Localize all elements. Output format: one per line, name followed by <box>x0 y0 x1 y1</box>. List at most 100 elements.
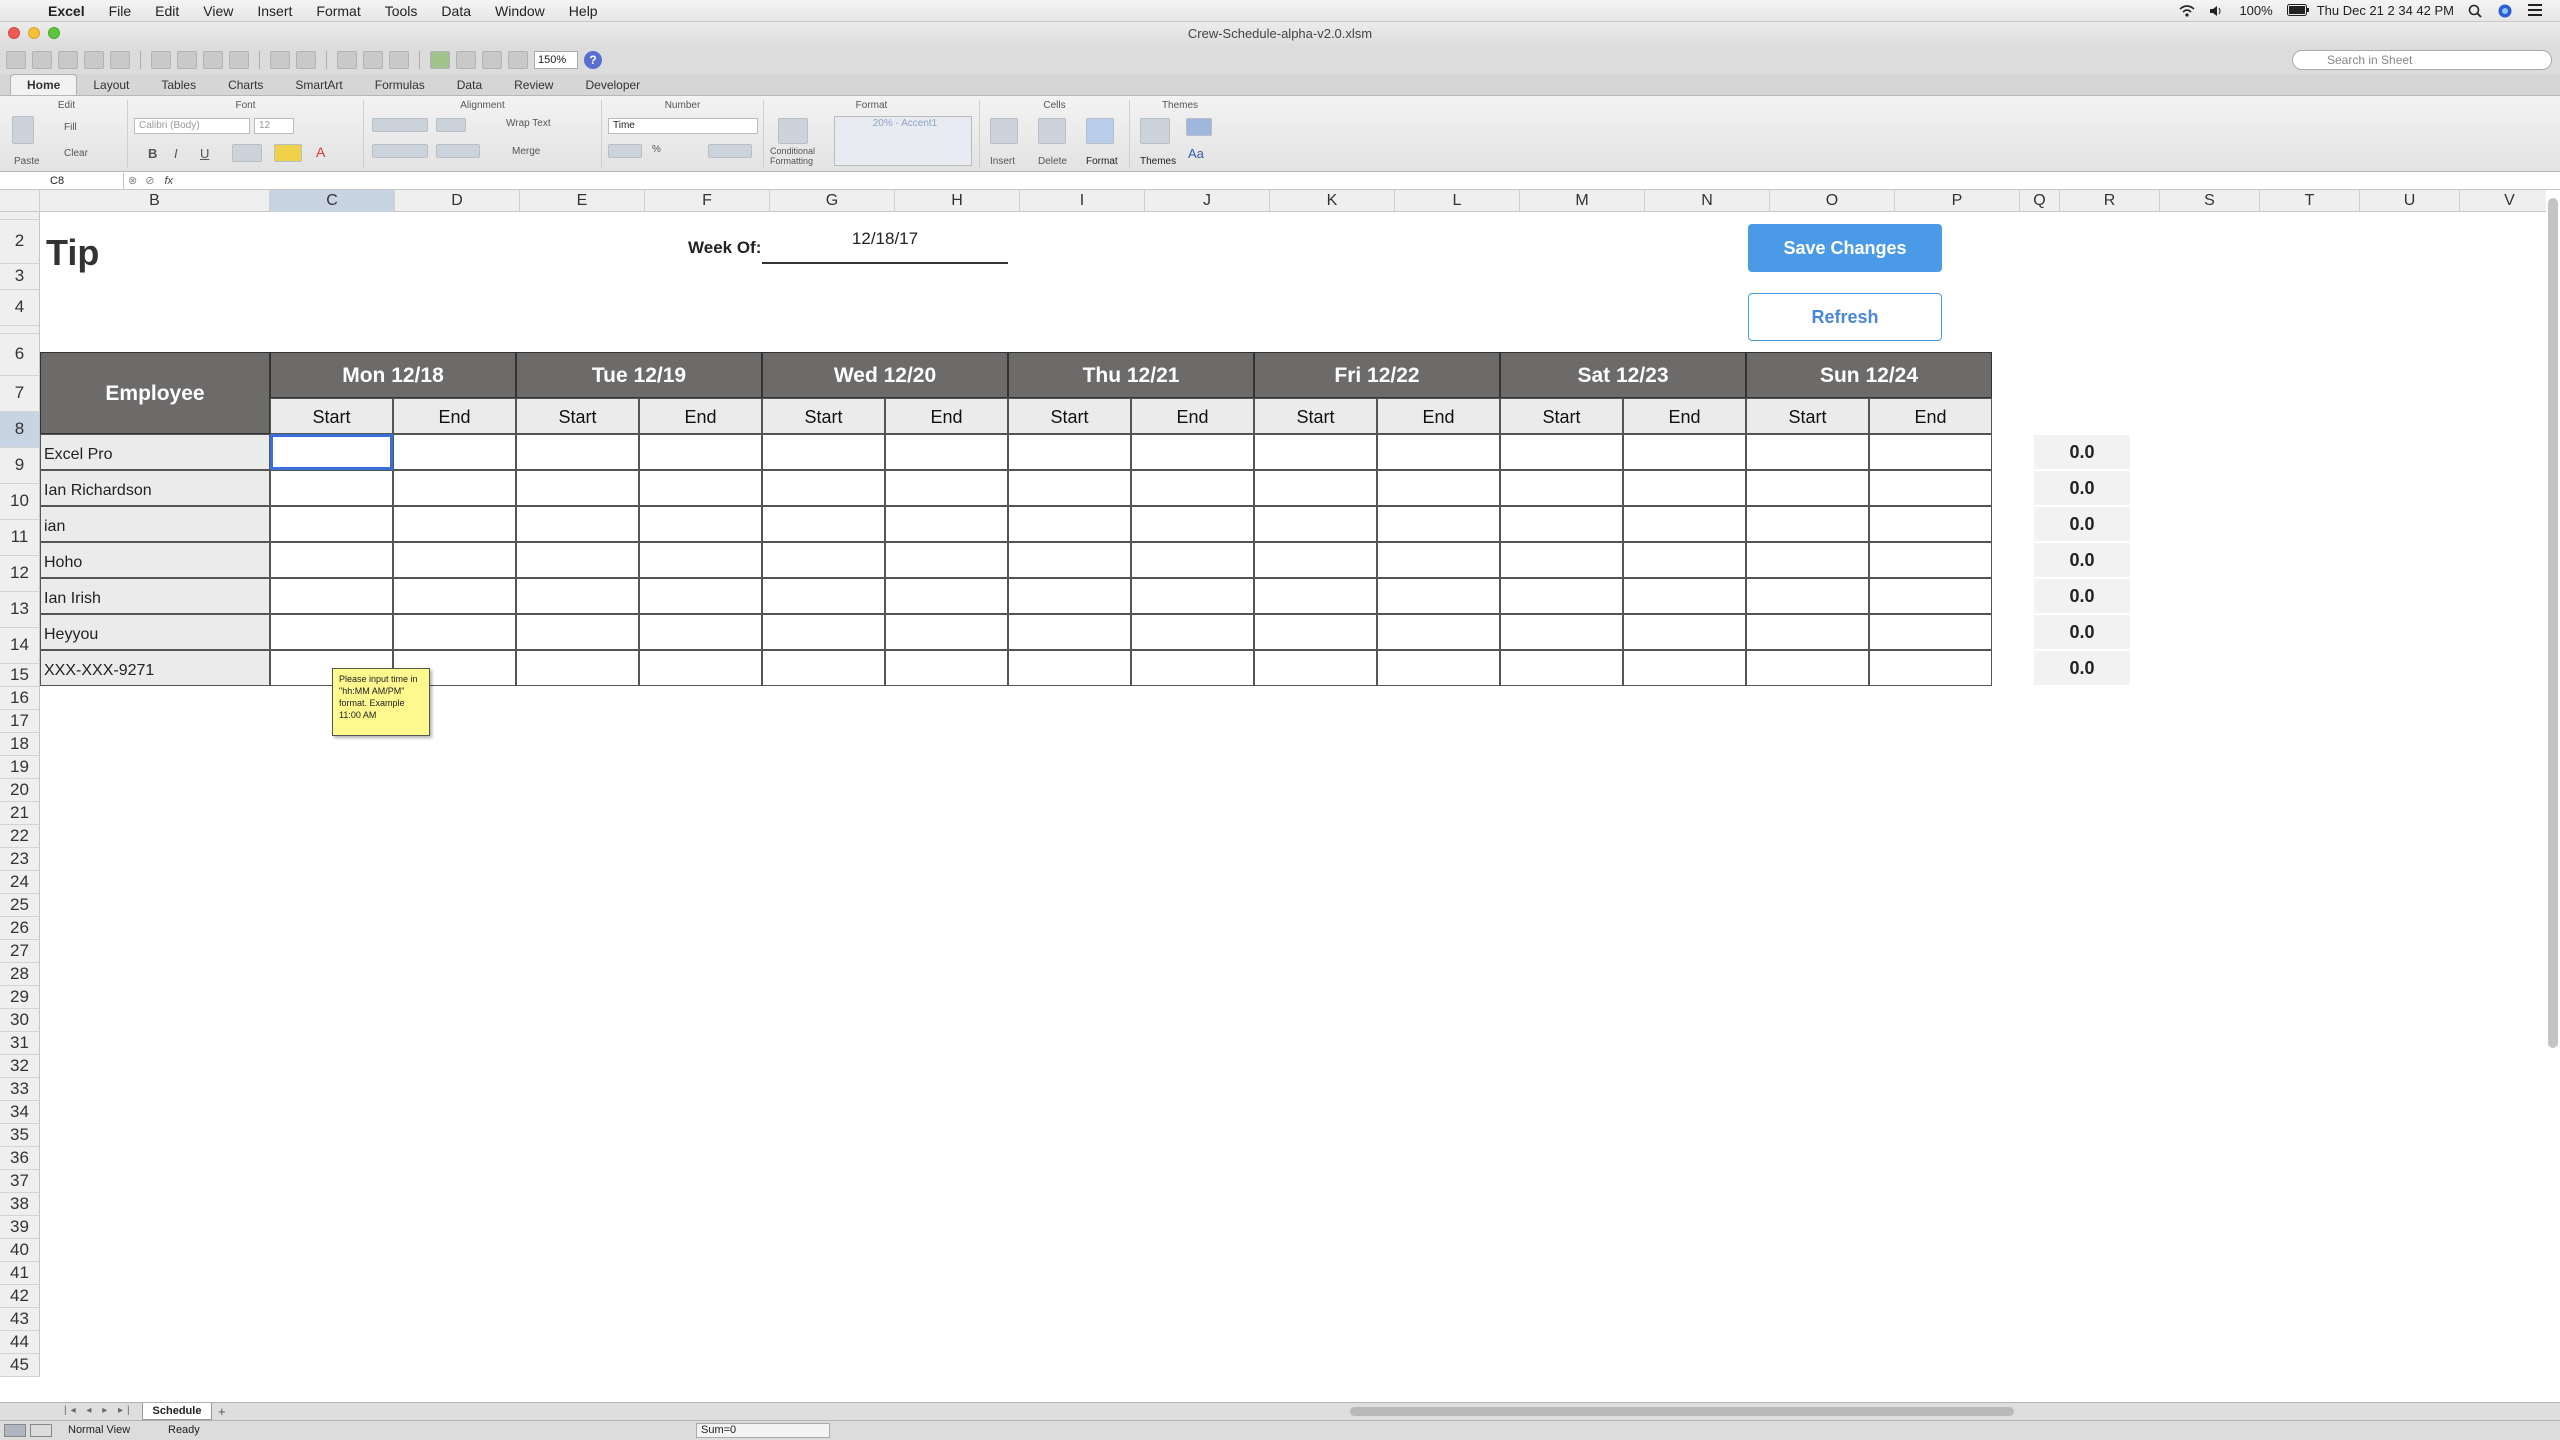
start-time-cell[interactable] <box>1500 542 1623 578</box>
menu-help[interactable]: Help <box>557 3 610 19</box>
row-header-22[interactable]: 22 <box>0 825 40 848</box>
row-header-3[interactable]: 3 <box>0 264 40 290</box>
text-orientation-icon[interactable] <box>436 118 466 132</box>
end-time-cell[interactable] <box>1131 542 1254 578</box>
column-header-q[interactable]: Q <box>2020 190 2060 212</box>
end-time-cell[interactable] <box>1377 614 1500 650</box>
start-time-cell[interactable] <box>1746 650 1869 686</box>
end-time-cell[interactable] <box>1131 434 1254 470</box>
end-time-cell[interactable] <box>1623 542 1746 578</box>
end-time-cell[interactable] <box>393 506 516 542</box>
end-time-cell[interactable] <box>393 614 516 650</box>
start-time-cell[interactable] <box>762 542 885 578</box>
employee-name-cell[interactable]: Heyyou <box>40 614 270 650</box>
row-header-16[interactable]: 16 <box>0 687 40 710</box>
start-time-cell[interactable] <box>762 650 885 686</box>
row-header-9[interactable]: 9 <box>0 448 40 484</box>
start-time-cell[interactable] <box>1254 470 1377 506</box>
ribbon-tab-review[interactable]: Review <box>498 75 569 95</box>
end-time-cell[interactable] <box>1623 650 1746 686</box>
redo-icon[interactable] <box>296 51 316 69</box>
font-name-field[interactable]: Calibri (Body) <box>134 118 250 134</box>
font-size-field[interactable]: 12 <box>254 118 294 134</box>
column-header-b[interactable]: B <box>40 190 270 212</box>
end-time-cell[interactable] <box>393 470 516 506</box>
menu-tools[interactable]: Tools <box>373 3 430 19</box>
save-changes-button[interactable]: Save Changes <box>1748 224 1942 272</box>
select-all-corner[interactable] <box>0 190 40 212</box>
fill-color-icon[interactable] <box>274 144 302 162</box>
end-time-cell[interactable] <box>1131 614 1254 650</box>
column-header-j[interactable]: J <box>1145 190 1270 212</box>
insert-function-icon[interactable]: fx <box>158 175 179 187</box>
percent-style-icon[interactable]: % <box>652 144 661 155</box>
start-time-cell[interactable] <box>516 542 639 578</box>
end-time-cell[interactable] <box>1869 614 1992 650</box>
print-icon[interactable] <box>110 51 130 69</box>
worksheet-grid[interactable]: BCDEFGHIJKLMNOPQRSTUV 123456789101112131… <box>0 190 2546 1402</box>
ribbon-tab-charts[interactable]: Charts <box>212 75 279 95</box>
row-header-33[interactable]: 33 <box>0 1078 40 1101</box>
format-painter-icon[interactable] <box>229 51 249 69</box>
formula-input[interactable] <box>179 173 2560 189</box>
employee-name-cell[interactable]: Excel Pro <box>40 434 270 470</box>
paste-button[interactable]: Paste <box>14 156 40 167</box>
row-header-44[interactable]: 44 <box>0 1331 40 1354</box>
menu-data[interactable]: Data <box>429 3 483 19</box>
end-time-cell[interactable] <box>1869 650 1992 686</box>
row-header-43[interactable]: 43 <box>0 1308 40 1331</box>
cell-style-gallery[interactable]: 20% - Accent1 <box>834 116 972 166</box>
theme-colors-icon[interactable] <box>1186 118 1212 136</box>
ribbon-tab-formulas[interactable]: Formulas <box>359 75 441 95</box>
row-header-37[interactable]: 37 <box>0 1170 40 1193</box>
row-header-30[interactable]: 30 <box>0 1009 40 1032</box>
end-time-cell[interactable] <box>1131 578 1254 614</box>
volume-icon[interactable] <box>2209 4 2225 18</box>
page-layout-view-icon[interactable] <box>30 1424 52 1437</box>
start-time-cell[interactable] <box>1254 578 1377 614</box>
insert-cells-icon[interactable] <box>990 118 1018 144</box>
ribbon-tab-data[interactable]: Data <box>441 75 498 95</box>
start-time-cell[interactable] <box>1500 506 1623 542</box>
start-time-cell[interactable] <box>1008 578 1131 614</box>
show-sidebar-icon[interactable] <box>456 51 476 69</box>
end-time-cell[interactable] <box>885 470 1008 506</box>
week-of-value[interactable]: 12/18/17 <box>762 226 1008 264</box>
row-header-41[interactable]: 41 <box>0 1262 40 1285</box>
row-header-7[interactable]: 7 <box>0 376 40 412</box>
row-header-19[interactable]: 19 <box>0 756 40 779</box>
row-header-6[interactable]: 6 <box>0 334 40 376</box>
column-header-v[interactable]: V <box>2460 190 2546 212</box>
start-time-cell[interactable] <box>1254 506 1377 542</box>
battery-icon[interactable] <box>2286 3 2309 18</box>
row-header-39[interactable]: 39 <box>0 1216 40 1239</box>
start-time-cell[interactable] <box>1008 650 1131 686</box>
horizontal-align-icon[interactable] <box>372 144 428 158</box>
row-header-27[interactable]: 27 <box>0 940 40 963</box>
end-time-cell[interactable] <box>1623 434 1746 470</box>
paste-icon[interactable] <box>203 51 223 69</box>
end-time-cell[interactable] <box>885 506 1008 542</box>
end-time-cell[interactable] <box>1623 614 1746 650</box>
search-in-sheet-input[interactable]: Search in Sheet <box>2292 50 2552 70</box>
end-time-cell[interactable] <box>1377 650 1500 686</box>
end-time-cell[interactable] <box>1869 506 1992 542</box>
delete-cells-button[interactable]: Delete <box>1038 156 1067 167</box>
employee-name-cell[interactable]: Ian Irish <box>40 578 270 614</box>
ribbon-tab-layout[interactable]: Layout <box>77 75 145 95</box>
formula-builder-icon[interactable] <box>430 51 450 69</box>
add-sheet-button[interactable]: + <box>218 1404 226 1419</box>
sheet-navigation-arrows[interactable]: |◂ ◂ ▸ ▸| <box>64 1405 134 1416</box>
start-time-cell[interactable] <box>270 578 393 614</box>
end-time-cell[interactable] <box>1131 506 1254 542</box>
row-header-15[interactable]: 15 <box>0 664 40 687</box>
start-time-cell[interactable] <box>762 434 885 470</box>
row-header-24[interactable]: 24 <box>0 871 40 894</box>
row-header-17[interactable]: 17 <box>0 710 40 733</box>
delete-cells-icon[interactable] <box>1038 118 1066 144</box>
row-header-34[interactable]: 34 <box>0 1101 40 1124</box>
end-time-cell[interactable] <box>639 650 762 686</box>
menu-window[interactable]: Window <box>483 3 557 19</box>
toolbox-icon[interactable] <box>482 51 502 69</box>
start-time-cell[interactable] <box>516 506 639 542</box>
